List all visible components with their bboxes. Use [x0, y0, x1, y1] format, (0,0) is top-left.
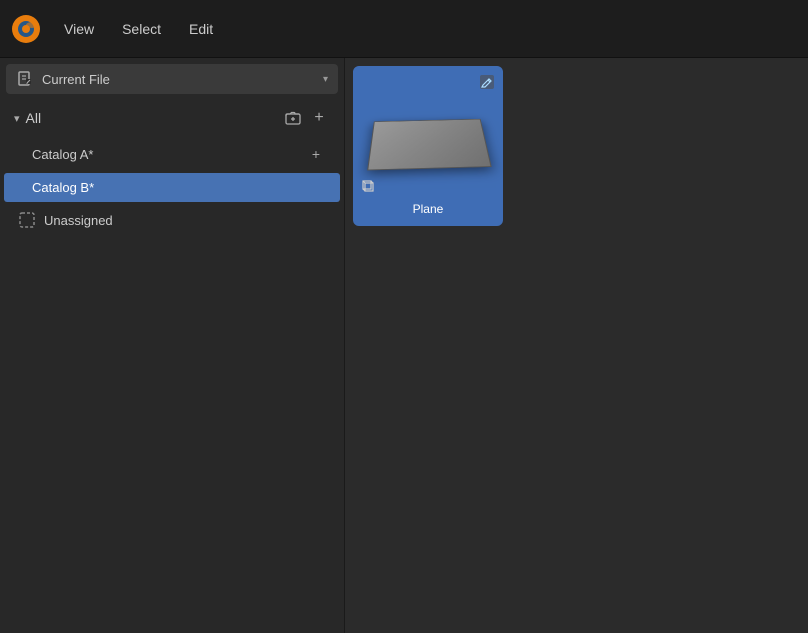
catalog-a-add-button[interactable]: +	[306, 144, 326, 164]
sidebar: Current File ▾ ▾ All +	[0, 58, 345, 633]
top-bar: View Select Edit	[0, 0, 808, 58]
pencil-icon	[479, 74, 495, 90]
catalog-b-item[interactable]: Catalog B*	[4, 173, 340, 202]
source-dropdown[interactable]: Current File ▾	[6, 64, 338, 94]
unassigned-label: Unassigned	[44, 213, 113, 228]
chevron-down-icon: ▾	[323, 74, 328, 85]
new-folder-icon	[285, 110, 301, 126]
mesh-icon	[361, 179, 375, 196]
section-actions: +	[282, 107, 330, 129]
view-menu-item[interactable]: View	[52, 15, 106, 43]
catalog-b-label: Catalog B*	[32, 180, 94, 195]
new-folder-button[interactable]	[282, 107, 304, 129]
select-menu-item[interactable]: Select	[110, 15, 173, 43]
mesh-cube-icon	[361, 179, 375, 193]
catalog-a-label: Catalog A*	[32, 147, 93, 162]
asset-area: Plane	[345, 58, 808, 633]
all-section-header: ▾ All +	[4, 102, 340, 134]
plane-mesh	[367, 118, 492, 170]
asset-label-plane: Plane	[409, 200, 448, 218]
all-label: All	[26, 110, 42, 126]
main-content: Current File ▾ ▾ All +	[0, 58, 808, 633]
asset-card-plane[interactable]: Plane	[353, 66, 503, 226]
unassigned-item[interactable]: Unassigned	[4, 204, 340, 236]
unassigned-icon	[18, 211, 36, 229]
edit-menu-item[interactable]: Edit	[177, 15, 225, 43]
catalog-a-item[interactable]: Catalog A* +	[4, 137, 340, 171]
source-label: Current File	[42, 72, 110, 87]
app-icon[interactable]	[8, 11, 44, 47]
edit-icon[interactable]	[479, 74, 495, 93]
add-catalog-button[interactable]: +	[308, 107, 330, 129]
file-icon	[16, 70, 34, 88]
dropdown-left: Current File	[16, 70, 110, 88]
blender-logo-icon	[10, 13, 42, 45]
collapse-icon[interactable]: ▾	[14, 112, 20, 125]
section-left: ▾ All	[14, 110, 41, 126]
